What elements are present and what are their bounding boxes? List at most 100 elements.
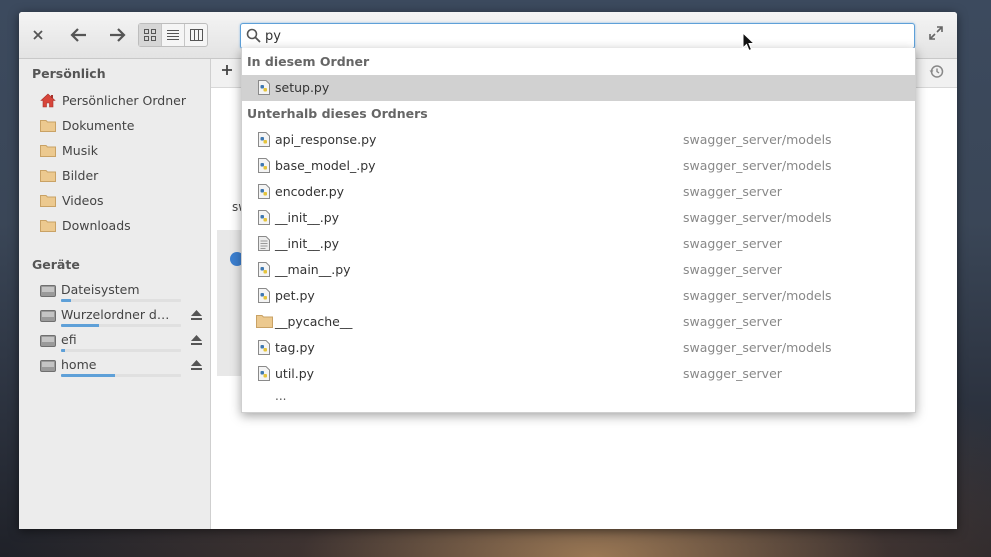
column-view-button[interactable] (185, 24, 207, 46)
eject-button[interactable] (190, 334, 203, 349)
sidebar-item-label: Dokumente (62, 117, 135, 133)
result-name: setup.py (275, 80, 330, 95)
result-name: api_response.py (275, 132, 377, 147)
view-switcher (138, 23, 208, 47)
result-row[interactable]: api_response.py swagger_server/models (242, 127, 915, 153)
result-row[interactable]: pet.py swagger_server/models (242, 283, 915, 309)
history-button[interactable] (929, 64, 944, 82)
eject-icon (191, 335, 202, 345)
device-usage-bar (61, 299, 181, 302)
icon-view-button[interactable] (139, 24, 162, 46)
sidebar-item-label: Videos (62, 192, 104, 208)
result-path: swagger_server/models (683, 288, 832, 303)
python-file-icon (258, 366, 270, 384)
python-file-icon (258, 132, 270, 150)
back-button[interactable] (67, 23, 91, 47)
device-label: Wurzelordner des ... (61, 307, 177, 322)
list-view-button[interactable] (162, 24, 185, 46)
folder-icon (40, 192, 58, 208)
sidebar-heading-personal: Persönlich (32, 66, 106, 81)
eject-icon (191, 360, 202, 370)
search-icon (246, 28, 261, 43)
sidebar: Persönlich Persönlicher Ordner Dokumente… (19, 59, 211, 529)
drive-icon (40, 334, 56, 351)
result-path: swagger_server/models (683, 340, 832, 355)
sidebar-item-musik[interactable]: Musik (40, 139, 205, 161)
sidebar-item-dokumente[interactable]: Dokumente (40, 114, 205, 136)
close-icon (33, 30, 43, 40)
result-path: swagger_server (683, 262, 782, 277)
eject-button[interactable] (190, 309, 203, 324)
maximize-icon (929, 26, 943, 40)
columns-icon (189, 29, 203, 41)
drive-icon (40, 359, 56, 376)
device-usage-bar (61, 374, 181, 377)
device-usage-bar (61, 349, 181, 352)
result-name: encoder.py (275, 184, 345, 199)
list-icon (167, 30, 179, 40)
result-row[interactable]: encoder.py swagger_server (242, 179, 915, 205)
result-path: swagger_server (683, 366, 782, 381)
sidebar-item-label: Downloads (62, 217, 131, 233)
sidebar-item-downloads[interactable]: Downloads (40, 214, 205, 236)
new-tab-button[interactable] (221, 62, 233, 80)
device-label: Dateisystem (61, 282, 140, 297)
eject-button[interactable] (190, 359, 203, 374)
sidebar-item-label: Musik (62, 142, 98, 158)
python-file-icon (258, 184, 270, 202)
result-row[interactable]: base_model_.py swagger_server/models (242, 153, 915, 179)
arrow-right-icon (110, 28, 126, 42)
drive-icon (40, 284, 56, 301)
folder-icon (40, 217, 58, 233)
eject-icon (191, 310, 202, 320)
result-name: tag.py (275, 340, 315, 355)
sidebar-device-dateisystem[interactable]: Dateisystem (40, 281, 210, 305)
sidebar-device-home[interactable]: home (40, 356, 210, 380)
result-path: swagger_server/models (683, 210, 832, 225)
python-file-icon (258, 158, 270, 176)
python-file-icon (258, 288, 270, 306)
result-row[interactable]: __main__.py swagger_server (242, 257, 915, 283)
result-row[interactable]: util.py swagger_server (242, 361, 915, 387)
sidebar-item-home[interactable]: Persönlicher Ordner (40, 89, 205, 111)
device-usage-fill (61, 349, 65, 352)
sidebar-device-efi[interactable]: efi (40, 331, 210, 355)
plus-icon (222, 65, 232, 75)
result-path: swagger_server (683, 184, 782, 199)
fullscreen-button[interactable] (929, 26, 943, 43)
sidebar-heading-devices: Geräte (32, 257, 80, 272)
home-icon (40, 92, 58, 108)
search-results-popup: In diesem Ordner setup.py Unterhalb dies… (241, 48, 916, 413)
close-window-button[interactable] (27, 23, 49, 47)
device-usage-bar (61, 324, 181, 327)
result-row[interactable]: setup.py (242, 75, 915, 101)
python-file-icon (258, 340, 270, 358)
device-usage-fill (61, 324, 100, 327)
result-name: __main__.py (275, 262, 351, 277)
result-row[interactable]: __pycache__ swagger_server (242, 309, 915, 335)
result-row[interactable]: __init__.py swagger_server (242, 231, 915, 257)
result-name: __init__.py (275, 236, 340, 251)
more-results-link[interactable]: ... (275, 389, 286, 403)
sidebar-device-root[interactable]: Wurzelordner des ... (40, 306, 210, 330)
mouse-cursor-icon (742, 32, 755, 52)
result-row[interactable]: tag.py swagger_server/models (242, 335, 915, 361)
forward-button[interactable] (105, 23, 129, 47)
result-path: swagger_server (683, 236, 782, 251)
device-label: home (61, 357, 97, 372)
text-file-icon (258, 236, 270, 254)
sidebar-item-label: Persönlicher Ordner (62, 92, 186, 108)
sidebar-item-videos[interactable]: Videos (40, 189, 205, 211)
result-path: swagger_server/models (683, 158, 832, 173)
folder-icon (40, 142, 58, 158)
result-row[interactable]: __init__.py swagger_server/models (242, 205, 915, 231)
results-heading-below: Unterhalb dieses Ordners (247, 106, 428, 121)
search-box[interactable] (240, 23, 915, 49)
drive-icon (40, 309, 56, 326)
search-input[interactable] (265, 26, 865, 46)
sidebar-item-bilder[interactable]: Bilder (40, 164, 205, 186)
folder-icon (40, 117, 58, 133)
result-name: pet.py (275, 288, 315, 303)
sidebar-item-label: Bilder (62, 167, 99, 183)
history-icon (929, 65, 944, 78)
